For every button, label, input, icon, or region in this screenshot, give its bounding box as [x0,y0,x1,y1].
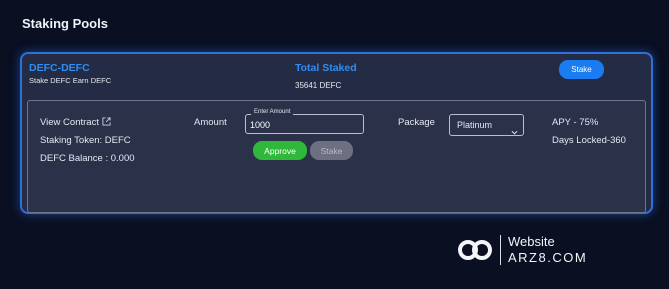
watermark-line1: Website [508,234,555,249]
total-staked-value: 35641 DEFC [295,81,342,90]
amount-field: Enter Amount [245,109,364,134]
pool-name: DEFC-DEFC [29,62,90,74]
view-contract-link[interactable]: View Contract [40,117,111,129]
stake-button[interactable]: Stake [559,60,604,79]
pool-description: Stake DEFC Earn DEFC [29,76,112,85]
approve-button[interactable]: Approve [253,141,307,160]
view-contract-label: View Contract [40,117,99,128]
stake-disabled-button[interactable]: Stake [310,141,353,160]
total-staked-label: Total Staked [295,62,357,74]
package-select[interactable]: Platinum [449,114,524,136]
website-logo-icon [456,234,494,271]
balance-text: DEFC Balance : 0.000 [40,153,135,164]
stake-panel: View Contract Staking Token: DEFC DEFC B… [27,100,646,213]
apy-text: APY - 75% [552,117,599,128]
amount-field-label: Enter Amount [251,109,294,115]
days-locked-text: Days Locked-360 [552,135,626,146]
pool-card: DEFC-DEFC Stake DEFC Earn DEFC Total Sta… [20,52,653,214]
watermark: Website ARZ8.COM [456,232,606,270]
amount-input[interactable] [250,119,358,131]
package-selected-value: Platinum [457,120,493,130]
external-link-icon [102,117,111,129]
page-title: Staking Pools [22,16,108,31]
staking-token-text: Staking Token: DEFC [40,135,131,146]
watermark-line2: ARZ8.COM [508,250,588,265]
package-label: Package [398,117,435,128]
amount-label: Amount [194,117,227,128]
chevron-down-icon [511,122,518,140]
watermark-divider [500,235,501,265]
